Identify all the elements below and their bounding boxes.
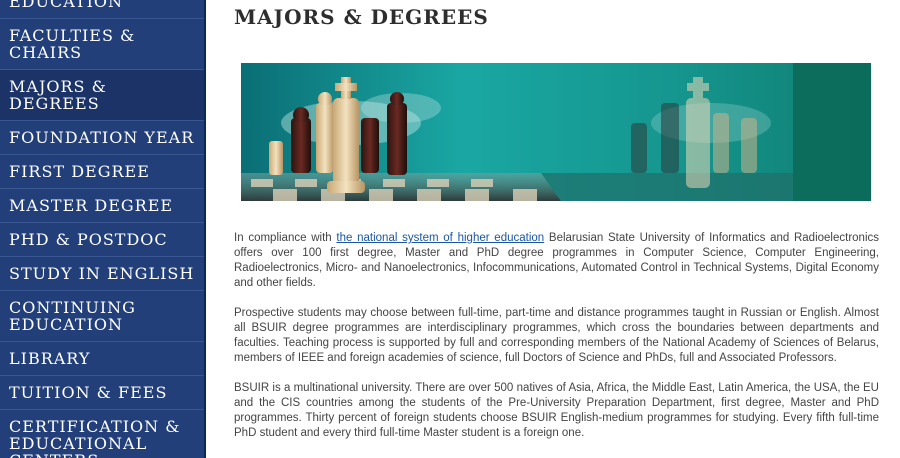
chess-banner-image <box>241 63 871 201</box>
paragraph-programmes: Prospective students may choose between … <box>234 307 879 364</box>
sidebar-item-tuition-fees[interactable]: Tuition & Fees <box>0 376 204 410</box>
main-content: Majors & Degrees <box>204 0 900 458</box>
sidebar-item-continuing-education[interactable]: Continuing Education <box>0 291 204 342</box>
paragraph-intro: In compliance with the national system o… <box>234 231 879 291</box>
paragraph-multinational: BSUIR is a multinational university. The… <box>234 382 879 439</box>
sidebar-item-study-in-english[interactable]: Study in English <box>0 257 204 291</box>
sidebar-item-foundation-year[interactable]: Foundation Year <box>0 121 204 155</box>
article-body: In compliance with the national system o… <box>234 231 879 456</box>
sidebar-item-first-degree[interactable]: First Degree <box>0 155 204 189</box>
sidebar-item-faculties-chairs[interactable]: Faculties & Chairs <box>0 19 204 70</box>
sidebar-item-certification-centers[interactable]: Certification & Educational Centers <box>0 410 204 458</box>
sidebar-item-library[interactable]: Library <box>0 342 204 376</box>
page-title: Majors & Degrees <box>234 5 489 29</box>
sidebar-item-phd-postdoc[interactable]: PhD & Postdoc <box>0 223 204 257</box>
sidebar-item-majors-degrees[interactable]: Majors & Degrees <box>0 70 204 121</box>
sidebar-item-master-degree[interactable]: Master Degree <box>0 189 204 223</box>
sidebar-nav: Education Faculties & Chairs Majors & De… <box>0 0 204 458</box>
paragraph-intro-lead: In compliance with <box>234 232 337 244</box>
national-system-link[interactable]: the national system of higher education <box>336 232 544 244</box>
sidebar-item-education[interactable]: Education <box>0 0 204 19</box>
